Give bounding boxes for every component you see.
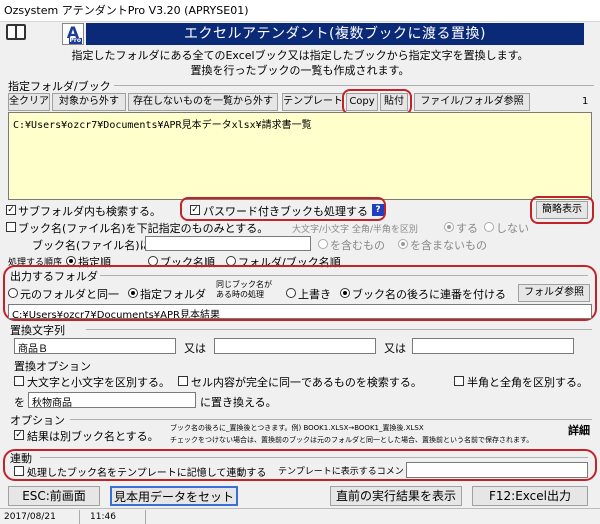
- f12-excel-output-button[interactable]: F12:Excel出力: [472, 486, 588, 506]
- replace-string-1[interactable]: 商品Ｂ: [14, 338, 176, 354]
- whole-cell-checkbox[interactable]: [178, 376, 188, 386]
- template-button[interactable]: テンプレート: [282, 93, 344, 111]
- options-section-label: オプション: [10, 414, 65, 427]
- case-no-label: しない: [496, 222, 529, 235]
- template-comment-input[interactable]: [406, 462, 588, 478]
- replace-with-input[interactable]: 秋物商品: [28, 392, 196, 408]
- subfolder-label: サブフォルダ内も検索する。: [18, 205, 161, 218]
- clear-all-button[interactable]: 全クリア: [8, 93, 50, 111]
- overwrite-radio[interactable]: [286, 288, 296, 298]
- replace-suffix-label: に置き換える。: [200, 396, 277, 409]
- same-name-label-2: ある時の処理: [216, 290, 264, 299]
- show-previous-result-button[interactable]: 直前の実行結果を表示: [330, 486, 462, 506]
- output-path-input[interactable]: C:¥Users¥ozcr7¥Documents¥APR見本結果: [8, 304, 592, 319]
- or-label-2: 又は: [384, 342, 406, 355]
- width-sensitive-label: 半角と全角を区別する。: [467, 376, 588, 389]
- esc-back-button[interactable]: ESC:前画面: [8, 486, 100, 506]
- include-radio[interactable]: [318, 239, 328, 249]
- folder-section-divider: [114, 85, 594, 86]
- password-highlight: [180, 197, 386, 221]
- folder-browse-button[interactable]: フォルダ参照: [518, 284, 590, 302]
- whole-cell-label: セル内容が完全に同一であるものを検索する。: [191, 376, 422, 389]
- file-folder-browse-button[interactable]: ファイル/フォルダ参照: [414, 93, 530, 111]
- option-note-2: チェックをつけない場合は、置換前のブックは元のフォルダと同一とした場合、置換前と…: [170, 436, 534, 444]
- include-label: を含むもの: [330, 239, 385, 252]
- link-divider: [40, 457, 588, 458]
- status-date: 2017/08/21: [0, 510, 80, 524]
- remember-template-label: 処理したブック名をテンプレートに記憶して連動する: [27, 468, 267, 479]
- remember-template-checkbox[interactable]: [14, 466, 24, 476]
- option-note-1: ブック名の後ろに_置換後とつきます。例) BOOK1.XLSX→BOOK1_置換…: [170, 424, 424, 432]
- case-distinguish-label: 大文字/小文字 全角/半角を区別: [292, 225, 418, 235]
- bookname-field-label: ブック名(ファイル名)に: [32, 239, 151, 252]
- bookname-only-checkbox[interactable]: [6, 222, 16, 232]
- subfolder-checkbox[interactable]: ✓: [6, 205, 16, 215]
- exclude-radio[interactable]: [398, 239, 408, 249]
- specified-folder-label: 指定フォルダ: [140, 288, 206, 301]
- description-line-2: 置換を行ったブックの一覧も作成されます。: [190, 64, 410, 77]
- case-sensitive-label: 大文字と小文字を区別する。: [27, 376, 170, 389]
- remove-from-target-button[interactable]: 対象から外す: [52, 93, 126, 111]
- description-line-1: 指定したフォルダにある全てのExcelブック又は指定したブックから指定文字を置換…: [71, 49, 529, 62]
- bookname-input[interactable]: [145, 236, 311, 251]
- status-time: 11:46: [86, 510, 146, 524]
- same-folder-label: 元のフォルダと同一: [20, 288, 119, 301]
- folder-section-label: 指定フォルダ/ブック: [8, 80, 111, 93]
- width-sensitive-checkbox[interactable]: [454, 376, 464, 386]
- overwrite-label: 上書き: [298, 288, 331, 301]
- set-sample-data-button[interactable]: 見本用データをセット: [110, 486, 238, 506]
- separate-name-checkbox[interactable]: ✓: [14, 430, 24, 440]
- simple-view-highlight: [530, 196, 594, 224]
- same-name-label-1: 同じブック名が: [216, 280, 272, 289]
- detail-label[interactable]: 詳細: [568, 422, 590, 438]
- book-icon[interactable]: [6, 24, 26, 40]
- template-comment-label: テンプレートに表示するコメント: [278, 467, 413, 477]
- separate-name-label: 結果は別ブック名とする。: [27, 430, 159, 443]
- output-divider: [100, 275, 588, 276]
- status-bar: 2017/08/21 11:46: [0, 508, 600, 524]
- logo-sub: Pro: [68, 37, 82, 44]
- output-folder-label: 出力するフォルダ: [10, 270, 98, 283]
- same-folder-radio[interactable]: [8, 288, 18, 298]
- case-yes-radio[interactable]: [444, 222, 454, 232]
- replace-section-label: 置換文字列: [10, 324, 65, 337]
- window-title: Ozsystem アテンダントPro V3.20 (APRYSE01): [0, 0, 600, 22]
- page-banner: エクセルアテンダント(複数ブックに渡る置換): [86, 23, 584, 45]
- case-yes-label: する: [456, 222, 478, 235]
- replace-divider: [86, 329, 592, 330]
- exclude-label: を含まないもの: [410, 239, 487, 252]
- remove-missing-button[interactable]: 存在しないものを一覧から外す: [128, 93, 278, 111]
- wo-label: を: [14, 396, 25, 409]
- specified-folder-radio[interactable]: [128, 288, 138, 298]
- case-sensitive-checkbox[interactable]: [14, 376, 24, 386]
- options-divider: [70, 419, 592, 420]
- or-label-1: 又は: [184, 342, 206, 355]
- replace-string-2[interactable]: [214, 338, 376, 354]
- app-logo: A Pro: [62, 23, 84, 45]
- path-count: 1: [582, 96, 589, 107]
- path-list-textarea[interactable]: C:¥Users¥ozcr7¥Documents¥APR見本データxlsx¥請求…: [8, 112, 592, 200]
- replace-string-3[interactable]: [412, 338, 574, 354]
- replace-options-label: 置換オプション: [14, 360, 91, 373]
- append-number-label: ブック名の後ろに連番を付ける: [352, 288, 506, 301]
- case-no-radio[interactable]: [484, 222, 494, 232]
- bookname-only-label: ブック名(ファイル名)を下記指定のものみとする。: [18, 222, 269, 235]
- append-number-radio[interactable]: [340, 288, 350, 298]
